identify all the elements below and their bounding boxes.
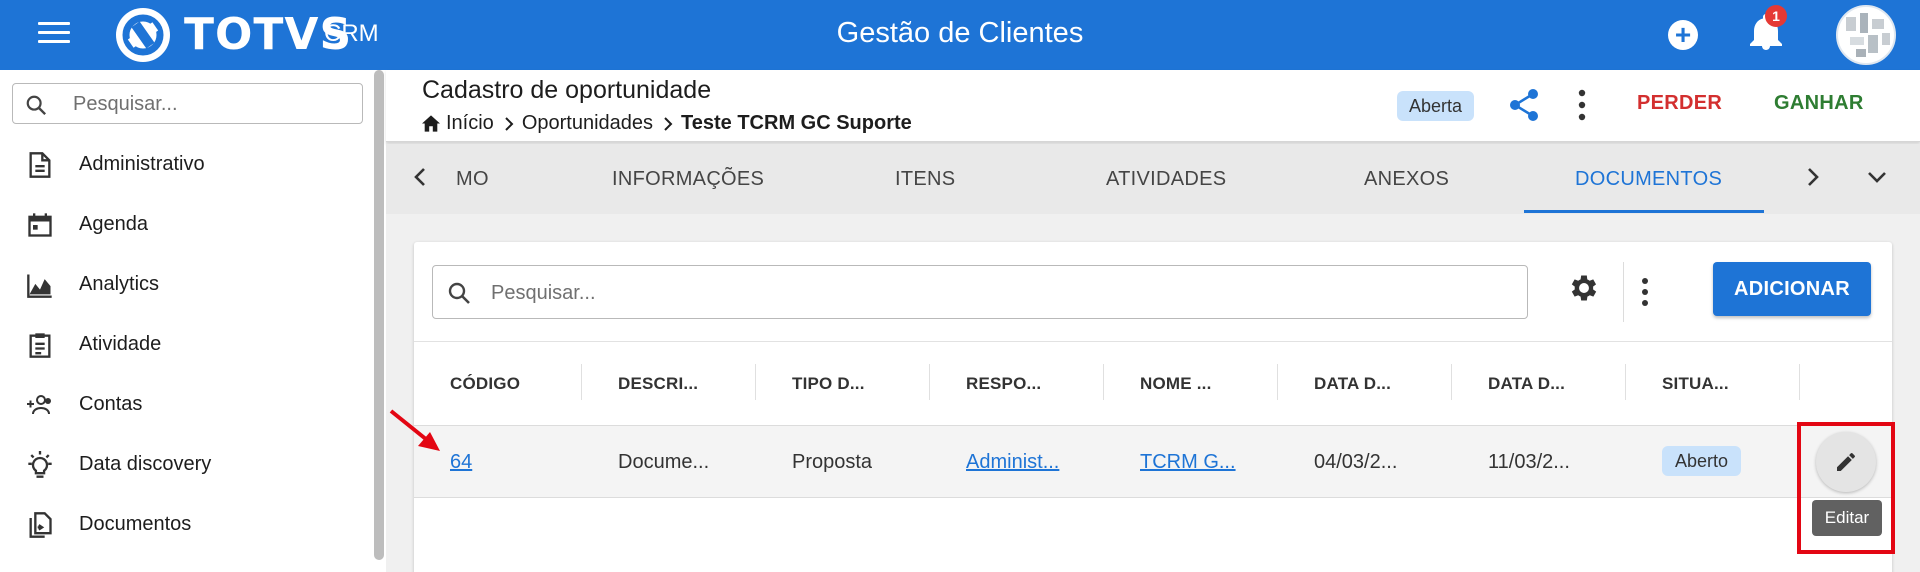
- sidebar: Administrativo Agenda Analytics Atividad…: [0, 70, 386, 572]
- tab-bar: MO INFORMAÇÕES ITENS ATIVIDADES ANEXOS D…: [386, 144, 1920, 214]
- column-separator[interactable]: [1451, 364, 1452, 400]
- sidebar-search: [12, 83, 363, 124]
- sidebar-item-label: Analytics: [79, 273, 160, 295]
- breadcrumb: Início Oportunidades Teste TCRM GC Suporte: [422, 112, 912, 135]
- grid-search-input[interactable]: [491, 278, 1491, 308]
- column-header-responsavel[interactable]: RESPO...: [966, 374, 1041, 394]
- toolbar-divider: [1623, 262, 1624, 322]
- cell-nome-link[interactable]: TCRM G...: [1140, 451, 1236, 474]
- column-header-data-1[interactable]: DATA D...: [1314, 374, 1391, 394]
- column-header-nome[interactable]: NOME ...: [1140, 374, 1212, 394]
- more-vertical-icon[interactable]: [1639, 276, 1651, 308]
- file-copy-icon: [29, 512, 52, 538]
- people-add-icon: [27, 395, 51, 415]
- status-badge: Aberta: [1397, 91, 1475, 121]
- cell-responsavel-link[interactable]: Administ...: [966, 451, 1059, 474]
- cell-descricao: Docume...: [618, 451, 710, 473]
- share-icon[interactable]: [1508, 88, 1540, 122]
- column-header-data-2[interactable]: DATA D...: [1488, 374, 1565, 394]
- table-row[interactable]: 64 Docume... Proposta Administ... TCRM G…: [414, 426, 1892, 498]
- situacao-badge: Aberto: [1662, 446, 1742, 476]
- app-title: Gestão de Clientes: [836, 17, 1084, 49]
- sidebar-item-administrativo[interactable]: Administrativo: [0, 141, 370, 189]
- column-separator[interactable]: [1799, 364, 1800, 400]
- chevron-right-icon: [505, 117, 514, 131]
- column-separator[interactable]: [1103, 364, 1104, 400]
- add-icon[interactable]: +: [1668, 20, 1698, 50]
- pointer-arrow-icon: [389, 409, 440, 451]
- document-icon: [29, 152, 51, 178]
- column-header-descricao[interactable]: DESCRI...: [618, 374, 698, 394]
- breadcrumb-oportunidades[interactable]: Oportunidades: [522, 112, 653, 135]
- column-header-situacao[interactable]: SITUA...: [1662, 374, 1729, 394]
- sidebar-item-atividade[interactable]: Atividade: [0, 321, 370, 369]
- column-separator[interactable]: [929, 364, 930, 400]
- clipboard-icon: [29, 333, 51, 358]
- breadcrumb-home[interactable]: Início: [446, 112, 494, 135]
- cell-tipo: Proposta: [792, 451, 873, 473]
- tab-itens[interactable]: ITENS: [895, 168, 955, 191]
- page-header: Cadastro de oportunidade Início Oportunid…: [386, 70, 1920, 142]
- adicionar-button[interactable]: ADICIONAR: [1713, 262, 1871, 316]
- tab-mo[interactable]: MO: [456, 168, 489, 191]
- cell-codigo-link[interactable]: 64: [450, 451, 472, 474]
- sidebar-item-label: Documentos: [79, 513, 192, 535]
- search-icon: [26, 95, 47, 116]
- sidebar-item-documentos[interactable]: Documentos: [0, 501, 370, 549]
- sidebar-item-label: Atividade: [79, 333, 162, 355]
- chevron-right-icon[interactable]: [1806, 166, 1820, 188]
- column-separator[interactable]: [1277, 364, 1278, 400]
- home-icon[interactable]: [422, 115, 440, 132]
- sidebar-item-data-discovery[interactable]: Data discovery: [0, 441, 370, 489]
- gear-icon[interactable]: [1567, 271, 1601, 305]
- sidebar-item-label: Administrativo: [79, 153, 205, 175]
- sidebar-item-analytics[interactable]: Analytics: [0, 261, 370, 309]
- user-avatar[interactable]: [1836, 5, 1896, 65]
- column-header-tipo[interactable]: TIPO D...: [792, 374, 865, 394]
- sidebar-item-contas[interactable]: Contas: [0, 381, 370, 429]
- tab-documentos[interactable]: DOCUMENTOS: [1575, 168, 1722, 191]
- grid-search: [432, 265, 1528, 319]
- highlight-box: [1797, 422, 1895, 554]
- page-title: Cadastro de oportunidade: [422, 76, 712, 104]
- sidebar-item-agenda[interactable]: Agenda: [0, 201, 370, 249]
- sidebar-item-label: Contas: [79, 393, 143, 415]
- sidebar-search-input[interactable]: [73, 90, 343, 118]
- notification-badge: 1: [1765, 5, 1787, 27]
- more-vertical-icon[interactable]: [1576, 88, 1588, 122]
- column-separator[interactable]: [581, 364, 582, 400]
- calendar-icon: [28, 213, 52, 237]
- tab-informacoes[interactable]: INFORMAÇÕES: [612, 168, 764, 191]
- sidebar-item-label: Data discovery: [79, 453, 212, 475]
- lightbulb-icon: [28, 451, 52, 478]
- documents-grid-card: ADICIONAR CÓDIGO DESCRI... TIPO D... RES…: [414, 242, 1892, 572]
- sidebar-scrollbar[interactable]: [374, 70, 384, 560]
- cell-data-1: 04/03/2...: [1314, 451, 1398, 473]
- column-separator[interactable]: [1625, 364, 1626, 400]
- column-separator[interactable]: [755, 364, 756, 400]
- sidebar-item-label: Agenda: [79, 213, 148, 235]
- breadcrumb-current: Teste TCRM GC Suporte: [681, 112, 912, 135]
- chevron-right-icon: [664, 117, 673, 131]
- ganhar-button[interactable]: GANHAR: [1774, 92, 1864, 115]
- chevron-down-icon[interactable]: [1866, 170, 1888, 184]
- grid-divider: [414, 341, 1892, 342]
- active-tab-indicator: [1524, 210, 1764, 213]
- search-icon: [448, 282, 470, 304]
- chevron-left-icon[interactable]: [413, 166, 427, 188]
- tab-atividades[interactable]: ATIVIDADES: [1106, 168, 1226, 191]
- column-header-codigo[interactable]: CÓDIGO: [450, 374, 520, 394]
- top-app-bar: TOTVS CRM Gestão de Clientes + 1: [0, 0, 1920, 70]
- chart-area-icon: [27, 274, 52, 298]
- tab-anexos[interactable]: ANEXOS: [1364, 168, 1449, 191]
- perder-button[interactable]: PERDER: [1637, 92, 1722, 115]
- cell-data-2: 11/03/2...: [1488, 451, 1570, 473]
